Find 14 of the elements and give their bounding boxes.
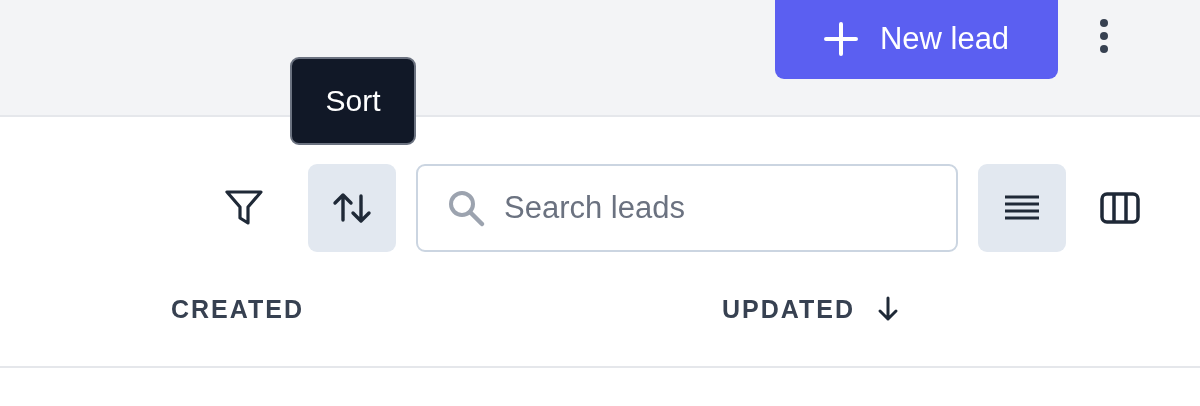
column-header[interactable]: UPDATED: [722, 294, 855, 324]
search-field[interactable]: Search leads: [416, 163, 958, 252]
list-icon: [1004, 193, 1040, 222]
sort-icon: [332, 191, 372, 224]
new-lead-button[interactable]: New lead: [775, 0, 1058, 79]
columns-icon: [1100, 191, 1140, 224]
sort-button[interactable]: [308, 163, 396, 252]
list-view-button[interactable]: [978, 163, 1066, 252]
plus-icon: [823, 22, 858, 56]
more-icon[interactable]: [1098, 18, 1110, 54]
arrow-down-icon: [877, 296, 899, 322]
filter-icon: [224, 188, 264, 227]
column-header[interactable]: CREATED: [171, 294, 304, 324]
sort-tooltip: Sort: [290, 57, 416, 145]
